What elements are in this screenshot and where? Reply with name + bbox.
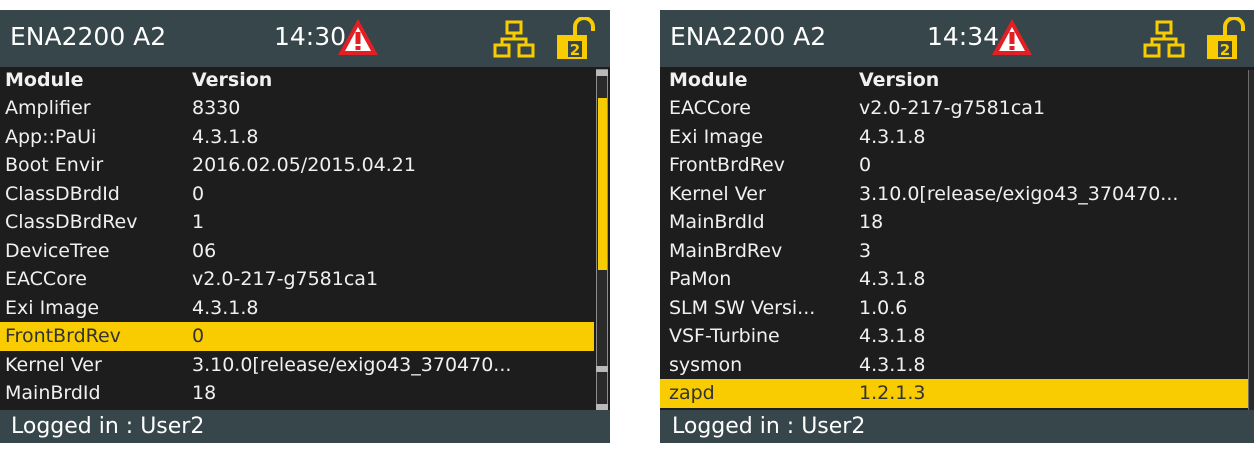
login-status: Logged in : User2 [11,414,205,439]
svg-text:2: 2 [1220,41,1230,59]
unlocked-level-2-icon[interactable]: 2 [1205,17,1245,61]
version-cell: 4.3.1.8 [859,325,926,347]
table-row[interactable]: EACCore v2.0-217-g7581ca1 [660,94,1248,123]
module-cell: ClassDBrdId [5,182,120,205]
device-name: ENA2200 A2 [670,22,827,51]
version-cell: 0 [192,182,205,205]
module-cell: EACCore [669,97,751,119]
table-row[interactable]: Kernel Ver 3.10.0[release/exigo43_370470.… [660,180,1248,209]
version-cell: 4.3.1.8 [859,268,926,290]
version-cell: 06 [192,239,217,262]
table-row[interactable]: MainBrdRev 3 [660,237,1248,266]
version-cell: 3.10.0[release/exigo43_370470... [859,182,1179,205]
scrollbar-thumb[interactable] [598,98,607,270]
version-cell: 0 [192,325,205,347]
version-cell: 4.3.1.8 [192,125,259,148]
scrollbar[interactable] [1248,70,1254,413]
module-cell: zapd [669,382,715,404]
module-version-table: Module Version EACCore v2.0-217-g7581ca1 E… [660,67,1248,410]
module-cell: FrontBrdRev [5,325,121,347]
table-row[interactable]: DeviceTree 06 [0,237,594,266]
version-column-header: Version [859,69,940,91]
module-cell: Amplifier [5,97,91,119]
warning-icon[interactable] [336,17,380,57]
table-row[interactable]: PaMon 4.3.1.8 [660,265,1248,294]
version-cell: 0 [859,154,872,176]
login-status: Logged in : User2 [672,414,866,439]
table-row-selected[interactable]: FrontBrdRev 0 [0,322,594,351]
version-cell: 3.10.0[release/exigo43_370470... [192,353,512,376]
scrollbar-divider [596,366,608,372]
module-cell: MainBrdId [669,211,765,233]
status-footer: Logged in : User2 [660,410,1254,443]
version-cell: 4.3.1.8 [859,125,926,148]
module-cell: FrontBrdRev [669,154,785,176]
version-cell: v2.0-217-g7581ca1 [192,268,379,290]
table-row[interactable]: Kernel Ver 3.10.0[release/exigo43_370470.… [0,351,594,380]
version-cell: 1.2.1.3 [859,382,926,404]
unlocked-level-2-icon[interactable]: 2 [555,17,595,61]
module-cell: VSF-Turbine [669,325,780,347]
table-row[interactable]: Exi Image 4.3.1.8 [660,123,1248,152]
table-row[interactable]: ClassDBrdId 0 [0,180,594,209]
module-column-header: Module [5,69,84,91]
title-bar: ENA2200 A2 14:30 2 [0,10,610,67]
table-row[interactable]: MainBrdId 18 [660,208,1248,237]
network-icon[interactable] [493,20,535,58]
table-rows: EACCore v2.0-217-g7581ca1 Exi Image 4.3.1.8… [660,94,1248,408]
clock: 14:34 [927,22,1000,51]
module-cell: Kernel Ver [669,182,766,205]
module-cell: PaMon [669,268,732,290]
svg-text:2: 2 [570,41,580,59]
module-cell: ClassDBrdRev [5,211,138,233]
table-row[interactable]: VSF-Turbine 4.3.1.8 [660,322,1248,351]
table-row[interactable]: sysmon 4.3.1.8 [660,351,1248,380]
table-header: Module Version [660,67,1248,94]
module-cell: EACCore [5,268,87,290]
table-row-selected[interactable]: zapd 1.2.1.3 [660,379,1248,408]
version-cell: 18 [192,382,217,404]
table-row[interactable]: Amplifier 8330 [0,94,594,123]
module-cell: Kernel Ver [5,353,102,376]
table-header: Module Version [0,67,594,94]
table-row[interactable]: App::PaUi 4.3.1.8 [0,123,594,152]
table-row[interactable]: EACCore v2.0-217-g7581ca1 [0,265,594,294]
module-column-header: Module [669,69,748,91]
table-rows: Amplifier 8330 App::PaUi 4.3.1.8 Boot Envir 2… [0,94,594,408]
module-cell: Exi Image [5,296,100,319]
module-cell: DeviceTree [5,239,110,262]
status-footer: Logged in : User2 [0,410,610,443]
device-screen-left: ENA2200 A2 14:30 2 Module Version Amplif… [0,10,610,443]
device-screen-right: ENA2200 A2 14:34 2 Module Version EACCor… [660,10,1254,443]
table-row[interactable]: ClassDBrdRev 1 [0,208,594,237]
version-cell: 1 [192,211,205,233]
table-row[interactable]: Boot Envir 2016.02.05/2015.04.21 [0,151,594,180]
module-cell: MainBrdId [5,382,101,404]
module-cell: SLM SW Versi... [669,296,816,319]
device-name: ENA2200 A2 [10,22,167,51]
table-row[interactable]: FrontBrdRev 0 [660,151,1248,180]
module-cell: Exi Image [669,125,764,148]
module-cell: App::PaUi [5,125,97,148]
module-cell: sysmon [669,353,743,376]
table-row[interactable]: MainBrdId 18 [0,379,594,408]
scrollbar-top-cap [596,70,608,76]
module-cell: Boot Envir [5,154,104,176]
version-cell: v2.0-217-g7581ca1 [859,97,1046,119]
version-cell: 1.0.6 [859,296,908,319]
title-bar: ENA2200 A2 14:34 2 [660,10,1254,67]
version-cell: 2016.02.05/2015.04.21 [192,154,416,176]
table-row[interactable]: Exi Image 4.3.1.8 [0,294,594,323]
version-cell: 4.3.1.8 [859,353,926,376]
version-cell: 4.3.1.8 [192,296,259,319]
version-column-header: Version [192,69,273,91]
network-icon[interactable] [1143,20,1185,58]
module-version-table: Module Version Amplifier 8330 App::PaUi 4.3… [0,67,594,410]
warning-icon[interactable] [990,17,1034,57]
version-cell: 3 [859,239,872,262]
module-cell: MainBrdRev [669,239,783,262]
version-cell: 8330 [192,97,241,119]
table-row[interactable]: SLM SW Versi... 1.0.6 [660,294,1248,323]
version-cell: 18 [859,211,884,233]
